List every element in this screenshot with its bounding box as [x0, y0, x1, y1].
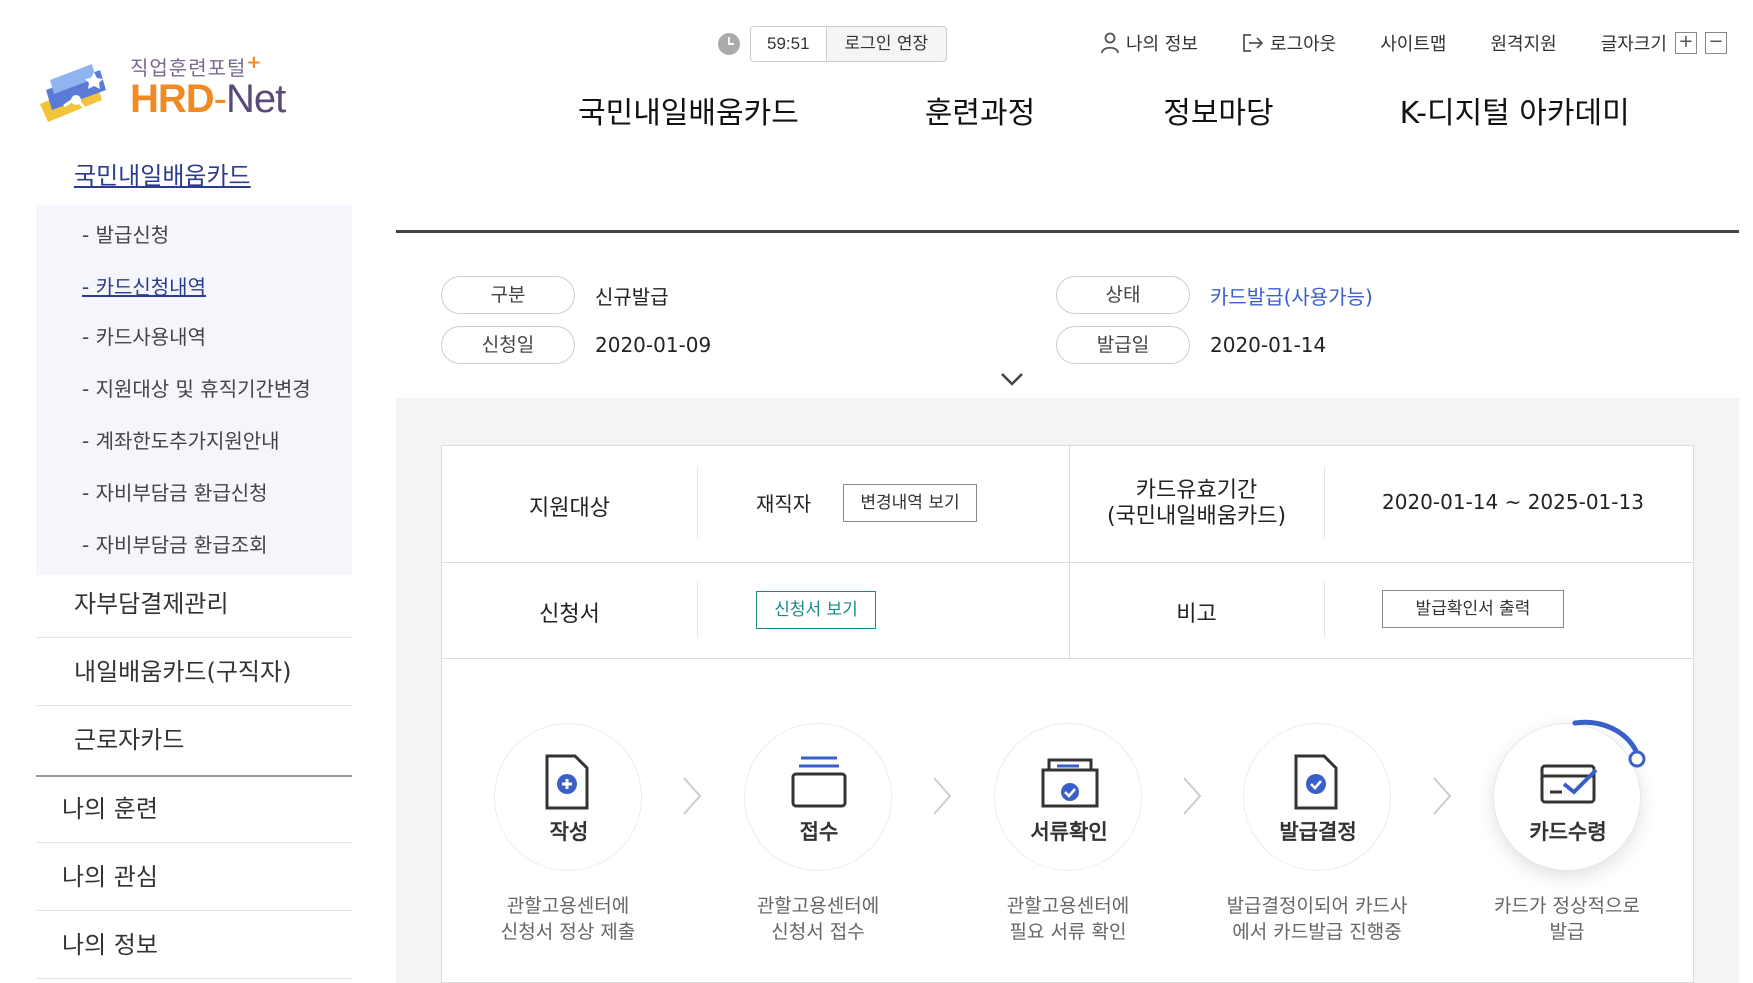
document-check-icon: [1294, 754, 1338, 810]
table-column-divider: [1324, 582, 1325, 638]
user-icon: [1101, 32, 1119, 54]
step-description: 관할고용센터에 신청서 접수: [756, 895, 880, 943]
remote-support-link[interactable]: 원격지원: [1490, 30, 1556, 56]
lnb-sub-refund-apply[interactable]: - 자비부담금 환급신청: [82, 477, 268, 506]
validity-label-line2: (국민내일배움카드): [1106, 504, 1287, 529]
table-row-divider: [442, 562, 1693, 563]
utility-links: 나의 정보 로그아웃 사이트맵 원격지원 글자크기 + −: [1100, 30, 1727, 56]
type-value: 신규발급: [595, 284, 669, 309]
table-column-divider: [1324, 466, 1325, 538]
apply-date-value: 2020-01-09: [595, 333, 712, 357]
lnb-sub-history[interactable]: - 카드신청내역: [82, 271, 206, 300]
progress-arc-icon: [1572, 719, 1646, 768]
step-document-check: 서류확인: [994, 723, 1142, 871]
gnb-item-card[interactable]: 국민내일배움카드: [578, 88, 799, 132]
target-label: 지원대상: [529, 496, 610, 521]
chevron-right-icon: [683, 777, 702, 815]
chevron-right-icon: [1433, 777, 1452, 815]
apply-date-label: 신청일: [441, 326, 575, 364]
step-description: 카드가 정상적으로 발급: [1494, 895, 1640, 943]
session-timer: 59:51 로그인 연장: [718, 26, 948, 62]
step-circle: 서류확인: [994, 723, 1142, 871]
lnb-sub-target-change[interactable]: - 지원대상 및 휴직기간변경: [82, 373, 311, 402]
lnb-item-worker-card[interactable]: 근로자카드: [36, 706, 352, 774]
chevron-right-icon: [1183, 777, 1202, 815]
info-status: 상태 카드발급(사용가능): [1056, 276, 1373, 314]
validity-label-line1: 카드유효기간: [1135, 478, 1258, 503]
content-divider: [396, 230, 1739, 233]
status-label: 상태: [1056, 276, 1190, 314]
lnb-sub-refund-check[interactable]: - 자비부담금 환급조회: [82, 529, 268, 558]
status-value: 카드발급(사용가능): [1210, 284, 1373, 309]
step-circle: 발급결정: [1243, 723, 1391, 871]
font-size-control: 글자크기 + −: [1601, 30, 1727, 56]
logo-title: HRD-Net: [130, 77, 286, 121]
lnb-item-my-training[interactable]: 나의 훈련: [36, 775, 352, 843]
target-value: 재직자: [756, 492, 812, 516]
lnb-item-my-info[interactable]: 나의 정보: [36, 911, 352, 979]
step-description: 관할고용센터에 신청서 정상 제출: [500, 895, 636, 943]
info-type: 구분 신규발급: [441, 276, 669, 314]
gnb-item-info[interactable]: 정보마당: [1163, 88, 1273, 132]
print-certificate-button[interactable]: 발급확인서 출력: [1382, 590, 1564, 628]
table-row-divider: [442, 658, 1693, 659]
step-card-received: 카드수령: [1493, 719, 1646, 871]
step-issue-decision: 발급결정: [1243, 723, 1391, 871]
logout-link[interactable]: 로그아웃: [1242, 30, 1336, 56]
main-navigation: 국민내일배움카드 훈련과정 정보마당 K-디지털 아카데미: [578, 88, 1630, 132]
sitemap-link[interactable]: 사이트맵: [1380, 30, 1446, 56]
type-label: 구분: [441, 276, 575, 314]
step-label: 발급결정: [1279, 820, 1357, 844]
table-column-divider: [697, 582, 698, 638]
step-circle: 작성: [494, 723, 642, 871]
issue-date-label: 발급일: [1056, 326, 1190, 364]
issue-date-value: 2020-01-14: [1210, 333, 1327, 357]
step-write: 작성: [494, 723, 642, 871]
validity-value: 2020-01-14 ~ 2025-01-13: [1382, 490, 1644, 514]
note-label: 비고: [1176, 602, 1217, 627]
timer-value: 59:51: [750, 26, 826, 62]
lnb-item-jobseeker-card[interactable]: 내일배움카드(구직자): [36, 638, 352, 706]
lnb-sub-apply[interactable]: - 발급신청: [82, 219, 169, 248]
gnb-item-courses[interactable]: 훈련과정: [925, 88, 1035, 132]
my-info-link[interactable]: 나의 정보: [1100, 30, 1198, 56]
font-decrease-button[interactable]: −: [1704, 32, 1727, 54]
font-size-label: 글자크기: [1600, 34, 1667, 55]
my-info-label: 나의 정보: [1126, 34, 1198, 55]
application-label: 신청서: [539, 602, 600, 627]
lnb-title[interactable]: 국민내일배움카드: [74, 156, 251, 191]
step-description: 발급결정이되어 카드사 에서 카드발급 진행중: [1226, 895, 1408, 943]
step-label: 접수: [799, 820, 839, 844]
change-history-button[interactable]: 변경내역 보기: [843, 484, 977, 522]
logout-icon: [1243, 34, 1264, 52]
logo-mark-icon: [40, 64, 106, 122]
lnb-submenu: - 발급신청 - 카드신청내역 - 카드사용내역 - 지원대상 및 휴직기간변경…: [36, 205, 352, 575]
folder-check-icon: [1041, 758, 1099, 808]
gnb-item-kdigital[interactable]: K-디지털 아카데미: [1400, 88, 1630, 132]
view-application-button[interactable]: 신청서 보기: [756, 591, 876, 629]
step-label: 서류확인: [1030, 820, 1108, 844]
step-label: 작성: [549, 820, 589, 844]
validity-label: 카드유효기간 (국민내일배움카드): [1069, 478, 1324, 530]
step-receive: 접수: [744, 723, 892, 871]
logout-label: 로그아웃: [1269, 34, 1337, 55]
chevron-down-icon[interactable]: [1000, 372, 1024, 386]
info-issue-date: 발급일 2020-01-14: [1056, 326, 1326, 364]
step-label: 카드수령: [1529, 820, 1607, 844]
logo[interactable]: 직업훈련포털+ HRD-Net: [36, 50, 336, 130]
document-icon: [545, 754, 589, 810]
lnb-item-my-interest[interactable]: 나의 관심: [36, 843, 352, 911]
clock-icon: [718, 33, 740, 55]
extend-login-button[interactable]: 로그인 연장: [825, 26, 948, 62]
lnb-sub-limit-info[interactable]: - 계좌한도추가지원안내: [82, 425, 280, 454]
step-circle: 접수: [744, 723, 892, 871]
font-increase-button[interactable]: +: [1674, 32, 1697, 54]
step-description: 관할고용센터에 필요 서류 확인: [1006, 895, 1130, 943]
tray-icon: [791, 756, 847, 808]
info-apply-date: 신청일 2020-01-09: [441, 326, 711, 364]
lnb-item-self-payment[interactable]: 자부담결제관리: [36, 570, 352, 638]
chevron-right-icon: [933, 777, 952, 815]
lnb-sub-usage[interactable]: - 카드사용내역: [82, 321, 206, 350]
table-column-divider: [697, 466, 698, 538]
